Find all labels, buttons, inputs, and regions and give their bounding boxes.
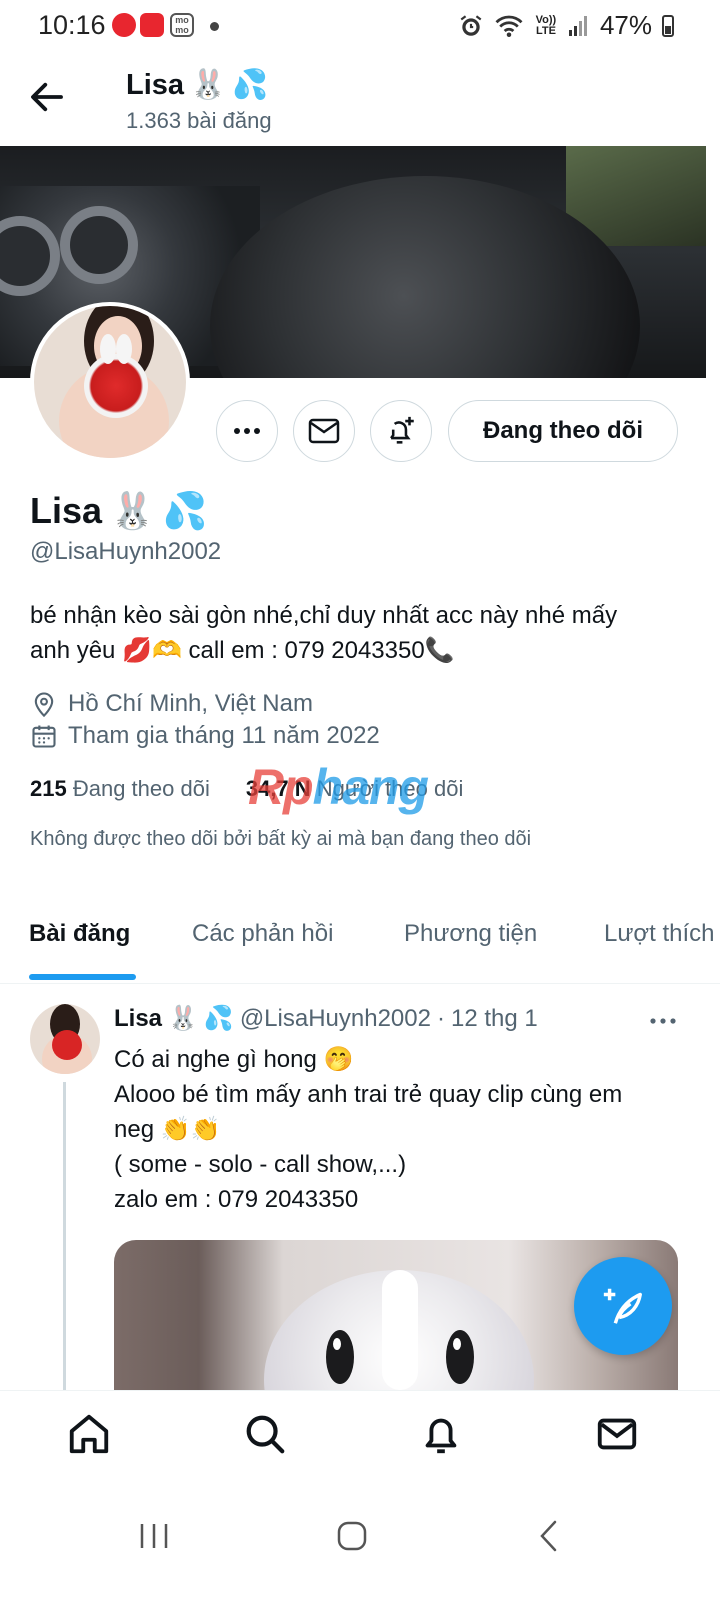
following-label: Đang theo dõi bbox=[72, 776, 210, 801]
notification-app-icon bbox=[112, 13, 136, 37]
following-button[interactable]: Đang theo dõi bbox=[448, 400, 678, 462]
header-post-count: 1.363 bài đăng bbox=[126, 108, 272, 133]
compose-post-button[interactable] bbox=[574, 1257, 672, 1355]
tweet-header: Lisa 🐰 💦 @LisaHuynh2002 · 12 thg 1 bbox=[114, 1004, 538, 1033]
tab-media[interactable]: Phương tiện bbox=[404, 920, 537, 948]
more-options-button[interactable] bbox=[216, 400, 278, 462]
tweet-line: Có ai nghe gì hong bbox=[114, 1046, 317, 1073]
bottom-navigation bbox=[0, 1390, 720, 1480]
joined-text: Tham gia tháng 11 năm 2022 bbox=[68, 722, 380, 749]
calendar-icon bbox=[32, 725, 56, 748]
notifications-toggle-button[interactable] bbox=[370, 400, 432, 462]
heart-hands-emoji-icon: 🫶 bbox=[151, 637, 182, 664]
tab-likes[interactable]: Lượt thích bbox=[604, 920, 715, 948]
profile-avatar[interactable] bbox=[30, 302, 190, 462]
profile-header: Lisa 🐰 💦 1.363 bài đăng bbox=[0, 52, 720, 144]
profile-bio: bé nhận kèo sài gòn nhé,chỉ duy nhất acc… bbox=[30, 598, 690, 668]
follow-stats: 215 Đang theo dõi 34,7 N Người theo dõi bbox=[30, 776, 463, 802]
location-text: Hồ Chí Minh, Việt Nam bbox=[68, 690, 313, 717]
rabbit-emoji-icon: 🐰 bbox=[190, 69, 227, 101]
clap-emoji-icon: 👏👏 bbox=[160, 1116, 221, 1143]
back-system-icon[interactable] bbox=[530, 1516, 570, 1556]
tweet-date[interactable]: 12 thg 1 bbox=[451, 1005, 538, 1033]
active-tab-indicator bbox=[29, 974, 136, 980]
bio-phone-text: call em : 079 2043350 bbox=[188, 637, 425, 664]
not-followed-note: Không được theo dõi bởi bất kỳ ai mà bạn… bbox=[30, 828, 532, 850]
tweet-more-icon[interactable] bbox=[646, 1004, 680, 1038]
bell-plus-icon bbox=[390, 416, 414, 444]
tweet-line: Alooo bé tìm mấy anh trai trẻ quay clip … bbox=[114, 1081, 623, 1108]
momo-icon: mo mo bbox=[170, 13, 194, 37]
tweet-avatar[interactable] bbox=[30, 1004, 100, 1074]
battery-icon bbox=[662, 14, 674, 37]
profile-handle: @LisaHuynh2002 bbox=[30, 538, 222, 565]
message-button[interactable] bbox=[293, 400, 355, 462]
lips-emoji-icon: 💋 bbox=[122, 637, 152, 664]
header-name: Lisa bbox=[126, 68, 185, 101]
location-pin-icon bbox=[34, 692, 54, 718]
tweet-text: Có ai nghe gì hong 🤭 Alooo bé tìm mấy an… bbox=[114, 1042, 684, 1217]
following-link[interactable]: 215 Đang theo dõi bbox=[30, 776, 210, 802]
hand-over-mouth-emoji-icon: 🤭 bbox=[323, 1046, 354, 1073]
tweet-separator: · bbox=[436, 1004, 445, 1032]
followers-link[interactable]: 34,7 N Người theo dõi bbox=[246, 776, 464, 802]
thread-line bbox=[63, 1082, 66, 1392]
header-title: Lisa 🐰 💦 bbox=[126, 68, 268, 102]
tweet-line: zalo em : 079 2043350 bbox=[114, 1186, 359, 1213]
tab-replies[interactable]: Các phản hồi bbox=[192, 920, 333, 948]
rabbit-emoji-icon: 🐰 bbox=[168, 1005, 198, 1032]
bio-line: bé nhận kèo sài gòn nhé,chỉ duy nhất acc… bbox=[30, 602, 618, 629]
sweat-emoji-icon: 💦 bbox=[232, 69, 269, 101]
profile-joined-date: Tham gia tháng 11 năm 2022 bbox=[30, 722, 380, 750]
messages-icon[interactable] bbox=[594, 1411, 640, 1457]
search-icon[interactable] bbox=[242, 1411, 288, 1457]
profile-location: Hồ Chí Minh, Việt Nam bbox=[30, 690, 313, 718]
followers-label: Người theo dõi bbox=[316, 776, 464, 801]
tweet-author-handle[interactable]: @LisaHuynh2002 bbox=[240, 1005, 431, 1033]
signal-icon bbox=[568, 15, 587, 36]
tweet-author-name[interactable]: Lisa bbox=[114, 1005, 162, 1033]
tab-posts[interactable]: Bài đăng bbox=[29, 920, 130, 948]
compose-feather-icon bbox=[603, 1288, 642, 1324]
more-dots-icon bbox=[234, 428, 260, 434]
status-time: 10:16 bbox=[38, 10, 106, 40]
mail-icon bbox=[308, 418, 340, 444]
tweet-line: ( some - solo - call show,...) bbox=[114, 1151, 407, 1178]
followers-count: 34,7 N bbox=[245, 776, 311, 801]
rabbit-emoji-icon: 🐰 bbox=[110, 490, 155, 531]
notification-dot-icon bbox=[210, 22, 219, 31]
status-bar: 10:16 mo mo Vo)) LTE 47% bbox=[0, 0, 720, 52]
alarm-icon bbox=[460, 14, 482, 36]
profile-tabs: Bài đăng Các phản hồi Phương tiện Lượt t… bbox=[0, 906, 720, 984]
tweet-line: neg bbox=[114, 1116, 155, 1143]
notification-app-icon bbox=[140, 13, 164, 37]
volte-indicator: Vo)) LTE bbox=[535, 13, 557, 37]
sweat-emoji-icon: 💦 bbox=[162, 490, 208, 531]
following-count: 215 bbox=[30, 776, 67, 801]
recent-apps-icon[interactable] bbox=[134, 1516, 174, 1556]
notifications-bell-icon[interactable] bbox=[418, 1411, 464, 1457]
phone-emoji-icon: 📞 bbox=[424, 637, 455, 664]
wifi-icon bbox=[495, 15, 523, 37]
bio-line: anh yêu bbox=[30, 637, 116, 664]
back-arrow-icon[interactable] bbox=[26, 76, 68, 118]
battery-percent: 47% bbox=[599, 10, 652, 40]
profile-name: Lisa 🐰 💦 bbox=[30, 490, 208, 532]
home-icon[interactable] bbox=[66, 1411, 112, 1457]
profile-name-text: Lisa bbox=[30, 490, 103, 531]
home-system-icon[interactable] bbox=[332, 1516, 372, 1556]
system-navigation-bar bbox=[0, 1480, 720, 1600]
sweat-emoji-icon: 💦 bbox=[203, 1005, 234, 1032]
